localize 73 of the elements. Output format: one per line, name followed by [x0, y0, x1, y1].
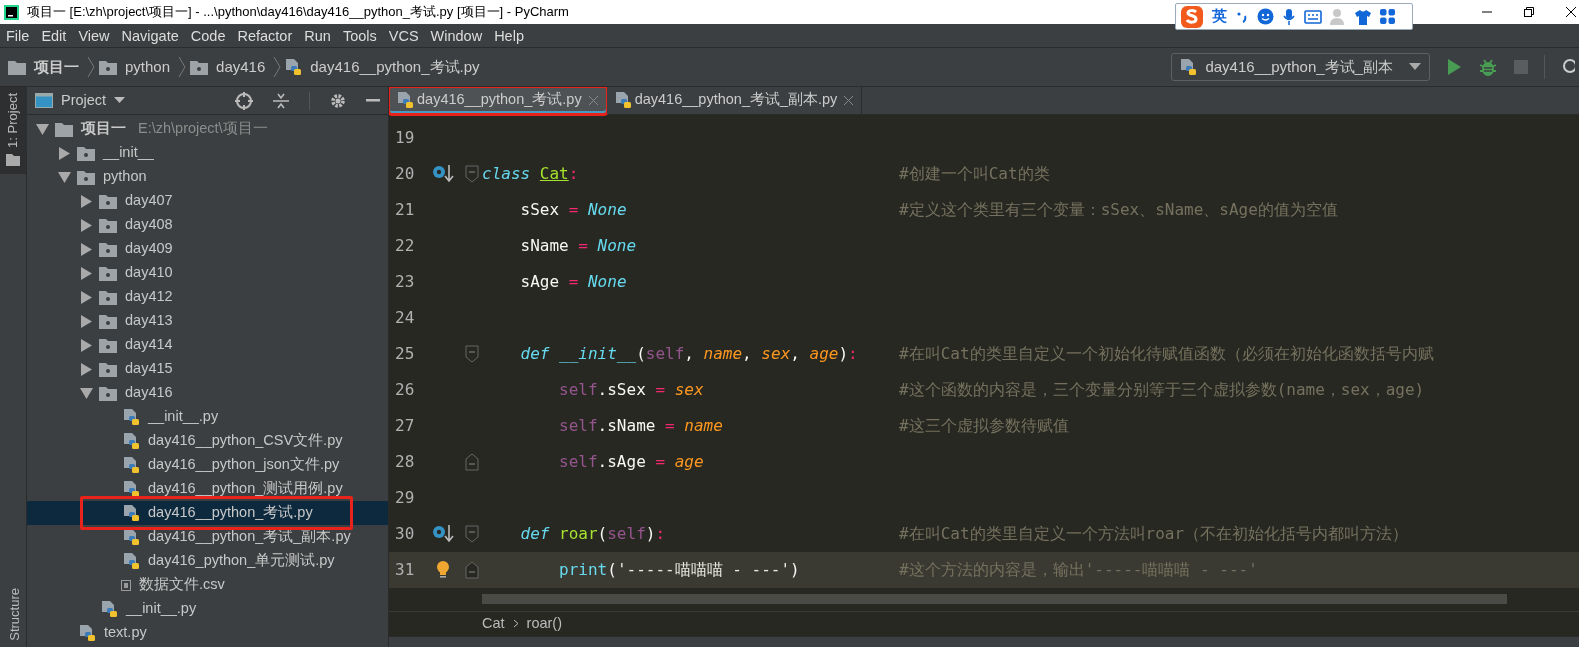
- tree-item[interactable]: text.py: [27, 621, 388, 645]
- tree-item[interactable]: day416_python_单元测试.py: [27, 549, 388, 573]
- code-line: print('-----喵喵喵 - ---'): [558, 559, 800, 579]
- menu-item[interactable]: File: [0, 24, 36, 47]
- line-number: 31: [394, 558, 416, 581]
- breadcrumb-link[interactable]: day416: [216, 55, 266, 79]
- menu-item[interactable]: Navigate: [115, 24, 185, 47]
- code-line: self.sSex = sex: [558, 379, 704, 399]
- tree-item[interactable]: python: [27, 165, 388, 189]
- tree-item[interactable]: day416__python_测试用例.py: [27, 477, 388, 501]
- line-number: 25: [394, 342, 416, 365]
- code-comment: #创建一个叫Cat的类: [899, 162, 1050, 185]
- code-line: sName = None: [519, 235, 637, 255]
- code-comment: #这个函数的内容是，三个变量分别等于三个虚拟参数(name，sex，age): [899, 378, 1425, 401]
- breadcrumb-link[interactable]: python: [125, 55, 171, 79]
- code-comment: #在叫Cat的类里自定义一个初始化待赋值函数（必须在初始化函数括号内赋: [899, 342, 1434, 365]
- editor-tab[interactable]: day416__python_考试.py: [389, 87, 607, 114]
- tree-item[interactable]: __init__.py: [27, 405, 388, 429]
- code-line: def __init__(self, name, sex, age):: [519, 343, 858, 363]
- tree-item[interactable]: day412: [27, 285, 388, 309]
- line-number: 24: [394, 306, 416, 329]
- tree-item[interactable]: __init__.py: [27, 597, 388, 621]
- menu-item[interactable]: Help: [488, 24, 530, 47]
- breadcrumb-link[interactable]: 项目一: [34, 55, 79, 79]
- tree-item[interactable]: 项目一 E:\zh\project\项目一: [27, 117, 388, 141]
- tree-item[interactable]: 数据文件.csv: [27, 573, 388, 597]
- code-comment: #定义这个类里有三个变量：sSex、sName、sAge的值为空值: [899, 198, 1338, 221]
- menu-item[interactable]: Edit: [35, 24, 73, 47]
- code-comment: #这三个虚拟参数待赋值: [899, 414, 1069, 437]
- code-line: class Cat:: [482, 163, 579, 183]
- window-title: 项目一 [E:\zh\project\项目一] - ...\python\day416\day416__python_考试.py [项目一] - PyCharm: [27, 3, 569, 22]
- menu-item[interactable]: Refactor: [231, 24, 299, 47]
- tree-item[interactable]: day416__python_json文件.py: [27, 453, 388, 477]
- menu-item[interactable]: VCS: [382, 24, 425, 47]
- tool-window-tab[interactable]: Structure: [0, 588, 26, 647]
- tree-item[interactable]: day409: [27, 237, 388, 261]
- code-line: self.sAge = age: [558, 451, 704, 471]
- menu-item[interactable]: Run: [298, 24, 337, 47]
- line-number: 21: [394, 198, 416, 221]
- tree-item[interactable]: day416__python_CSV文件.py: [27, 429, 388, 453]
- line-number: 30: [394, 522, 416, 545]
- line-number: 23: [394, 270, 416, 293]
- code-line: self.sName = name: [558, 415, 723, 435]
- tree-item[interactable]: day408: [27, 213, 388, 237]
- menu-item[interactable]: Tools: [336, 24, 383, 47]
- menu-item[interactable]: Code: [184, 24, 232, 47]
- breadcrumb-link[interactable]: day416__python_考试.py: [310, 55, 480, 79]
- tree-item[interactable]: day410: [27, 261, 388, 285]
- code-line: def roar(self):: [519, 523, 666, 543]
- run-configuration-dropdown[interactable]: day416__python_考试_副本: [1171, 53, 1430, 81]
- code-comment: #在叫Cat的类里自定义一个方法叫roar（不在初始化括号内都叫方法）: [899, 522, 1409, 545]
- line-number: 27: [394, 414, 416, 437]
- tree-item[interactable]: day415: [27, 357, 388, 381]
- line-number: 28: [394, 450, 416, 473]
- menu-item[interactable]: View: [72, 24, 116, 47]
- tree-item[interactable]: day407: [27, 189, 388, 213]
- tree-item[interactable]: day413: [27, 309, 388, 333]
- line-number: 22: [394, 234, 416, 257]
- breadcrumb-link[interactable]: roar(): [526, 612, 563, 635]
- tree-item[interactable]: __init__: [27, 141, 388, 165]
- editor-tab[interactable]: day416__python_考试_副本.py: [606, 87, 863, 114]
- menu-item[interactable]: Window: [424, 24, 489, 47]
- line-number: 29: [394, 486, 416, 509]
- line-number: 26: [394, 378, 416, 401]
- line-number: 20: [394, 162, 416, 185]
- tree-item[interactable]: day416: [27, 381, 388, 405]
- tree-item[interactable]: day414: [27, 333, 388, 357]
- tree-item[interactable]: day416__python_考试.py: [27, 501, 388, 525]
- code-line: sSex = None: [519, 199, 627, 219]
- panel-title: Project: [61, 90, 107, 110]
- code-line: sAge = None: [519, 271, 627, 291]
- breadcrumb-link[interactable]: Cat: [482, 612, 505, 635]
- line-number: 19: [394, 126, 416, 149]
